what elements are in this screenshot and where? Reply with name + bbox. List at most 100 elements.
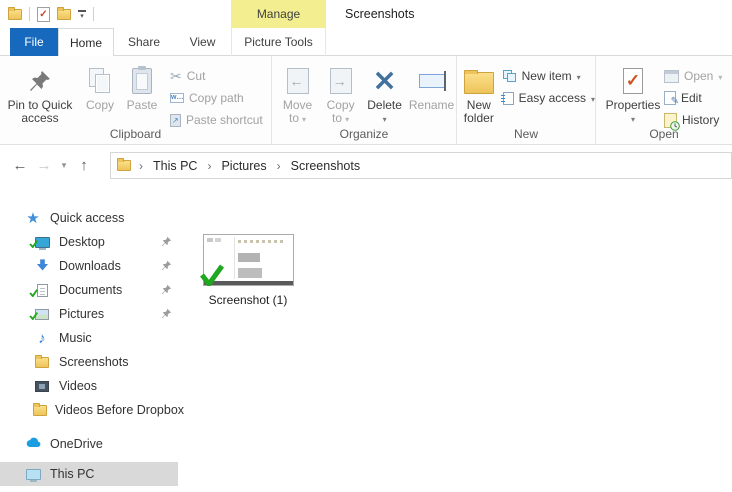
pin-icon (161, 260, 172, 274)
folder-icon (35, 354, 49, 368)
dropdown-arrow-icon (302, 111, 306, 125)
tab-home[interactable]: Home (58, 28, 114, 56)
edit-icon (664, 91, 679, 107)
file-explorer-window: ✓ ▾ Manage Screenshots File Home Share V… (0, 0, 732, 492)
sidebar-item-screenshots[interactable]: Screenshots (0, 350, 178, 374)
sidebar-item-onedrive[interactable]: OneDrive (0, 432, 178, 456)
ribbon-tab-row: File Home Share View Picture Tools (0, 28, 732, 56)
file-list-area[interactable]: Screenshot (1) (178, 186, 732, 492)
sidebar-item-music[interactable]: ♪ Music (0, 326, 178, 350)
easy-access-icon (500, 91, 514, 105)
recent-locations-chevron-icon[interactable]: ▾ (56, 160, 72, 171)
easy-access-button[interactable]: Easy access (500, 87, 595, 109)
group-label-open: Open (649, 127, 679, 141)
pushpin-icon (28, 69, 52, 93)
copy-to-icon (329, 68, 352, 94)
tab-picture-tools[interactable]: Picture Tools (231, 28, 326, 56)
dropdown-arrow-icon (718, 69, 722, 83)
videos-icon (35, 380, 49, 392)
new-folder-icon[interactable] (57, 6, 71, 20)
back-button[interactable]: ← (8, 157, 32, 174)
downloads-icon (36, 258, 49, 274)
properties-icon[interactable]: ✓ (37, 6, 50, 22)
dropdown-arrow-icon (577, 69, 581, 83)
group-label-new: New (513, 127, 538, 141)
new-item-icon (502, 69, 517, 83)
ribbon-group-clipboard: Pin to Quick access Copy Paste ✂ Cut w… … (0, 56, 272, 144)
dropdown-arrow-icon (591, 91, 595, 105)
file-name-label: Screenshot (1) (208, 293, 288, 307)
cut-button[interactable]: ✂ Cut (170, 65, 263, 87)
quick-access-star-icon: ★ (26, 210, 40, 227)
location-folder-icon (117, 158, 131, 171)
edit-button[interactable]: Edit (664, 87, 722, 109)
toolbar-separator (29, 7, 30, 21)
sidebar-item-videos-before-dropbox[interactable]: Videos Before Dropbox (0, 398, 184, 422)
dropdown-arrow-icon (631, 111, 635, 125)
copy-path-button[interactable]: w… Copy path (170, 87, 263, 109)
ribbon-group-open: ✓ Properties Open Edit His (596, 56, 732, 144)
documents-icon (36, 283, 48, 297)
breadcrumb-pictures[interactable]: Pictures (219, 159, 268, 173)
dropdown-arrow-icon (383, 111, 387, 125)
delete-x-icon: × (372, 63, 398, 98)
open-icon (664, 69, 679, 83)
address-bar-row: ← → ▾ ↑ This PC Pictures Screenshots (0, 146, 732, 185)
file-item-screenshot-1[interactable]: Screenshot (1) (199, 234, 296, 307)
history-icon (664, 112, 680, 131)
sidebar-item-desktop[interactable]: Desktop (0, 230, 178, 254)
folder-icon (33, 402, 47, 416)
paste-icon (132, 66, 152, 94)
breadcrumb-separator-icon (269, 159, 289, 173)
pin-icon (161, 284, 172, 298)
breadcrumb-this-pc[interactable]: This PC (151, 159, 199, 173)
tab-view[interactable]: View (174, 28, 231, 56)
breadcrumb-separator-icon (131, 159, 151, 173)
open-button[interactable]: Open (664, 65, 722, 87)
sync-check-icon (29, 309, 39, 323)
sidebar-item-quick-access[interactable]: ★ Quick access (0, 206, 178, 230)
sidebar-item-downloads[interactable]: Downloads (0, 254, 178, 278)
sidebar-item-pictures[interactable]: Pictures (0, 302, 178, 326)
music-icon: ♪ (38, 329, 46, 347)
tab-share[interactable]: Share (114, 28, 174, 56)
group-label-organize: Organize (339, 127, 389, 141)
rename-icon (418, 71, 446, 91)
scissors-icon: ✂ (170, 67, 182, 84)
titlebar: ✓ ▾ Manage Screenshots (0, 0, 732, 28)
copy-path-icon: w… (170, 93, 184, 103)
onedrive-cloud-icon (25, 437, 42, 451)
move-to-icon (286, 68, 309, 94)
navigation-pane: ★ Quick access Desktop Downloads Documen… (0, 186, 184, 492)
sidebar-item-this-pc[interactable]: This PC (0, 462, 178, 486)
file-thumbnail (199, 234, 294, 289)
quick-access-toolbar: ✓ ▾ (8, 0, 94, 28)
address-bar[interactable]: This PC Pictures Screenshots (110, 152, 732, 179)
ribbon-group-new: New folder New item Easy access New (457, 56, 596, 144)
new-item-button[interactable]: New item (502, 65, 595, 87)
window-title: Screenshots (345, 7, 415, 21)
forward-button[interactable]: → (32, 157, 56, 174)
sidebar-item-videos[interactable]: Videos (0, 374, 178, 398)
breadcrumb-separator-icon (199, 159, 219, 173)
this-pc-icon (25, 468, 41, 482)
pin-icon (161, 308, 172, 322)
paste-shortcut-icon (170, 113, 181, 127)
breadcrumb-screenshots[interactable]: Screenshots (289, 159, 362, 173)
pin-icon (161, 236, 172, 250)
ribbon: Pin to Quick access Copy Paste ✂ Cut w… … (0, 56, 732, 145)
customize-quick-access-toolbar-icon[interactable]: ▾ (78, 9, 86, 20)
ribbon-group-organize: Move to Copy to × Delete Rename Organize (272, 56, 457, 144)
properties-icon: ✓ (623, 68, 643, 94)
contextual-tab-header: Manage (231, 0, 326, 28)
sidebar-item-documents[interactable]: Documents (0, 278, 178, 302)
tab-file[interactable]: File (10, 28, 58, 56)
toolbar-separator (93, 7, 94, 21)
dropdown-arrow-icon (345, 111, 349, 125)
copy-icon (89, 68, 111, 94)
up-button[interactable]: ↑ (72, 157, 96, 174)
group-label-clipboard: Clipboard (109, 127, 162, 141)
new-folder-icon (463, 70, 494, 94)
sync-check-icon (199, 264, 225, 289)
explorer-window-icon (8, 6, 22, 20)
